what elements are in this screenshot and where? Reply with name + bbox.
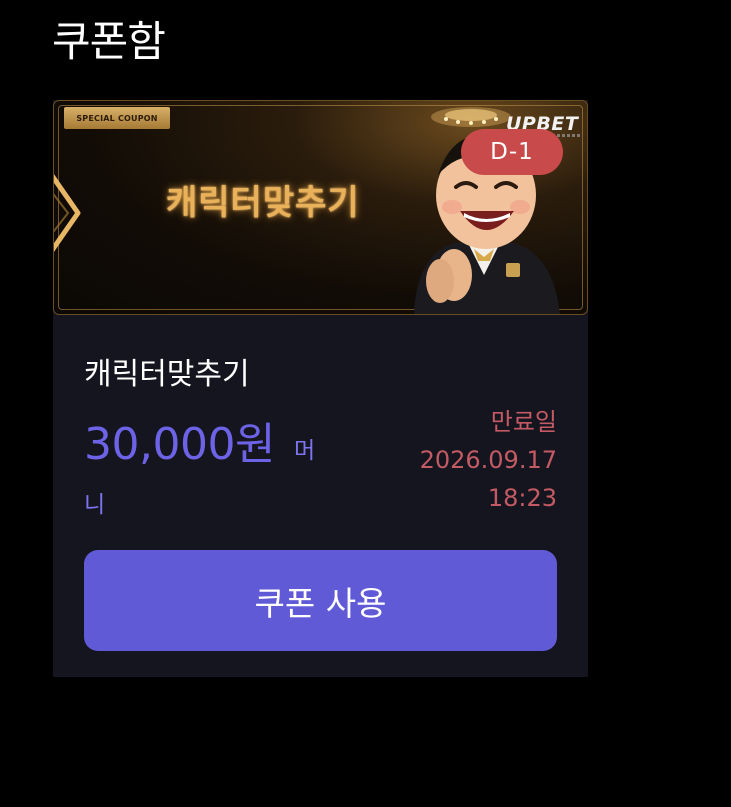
expiry-info: 만료일 2026.09.17 18:23 — [420, 403, 557, 517]
use-coupon-button[interactable]: 쿠폰 사용 — [84, 550, 557, 651]
page-title: 쿠폰함 — [52, 17, 166, 66]
coupon-card: SPECIAL COUPON 캐릭터맞추기 UPBET D-1 캐릭터맞추기 3… — [53, 100, 588, 677]
days-left-badge: D-1 — [461, 129, 563, 175]
special-coupon-tag: SPECIAL COUPON — [64, 107, 170, 129]
expiry-date: 2026.09.17 — [419, 446, 557, 474]
coupon-currency-type: 머니 — [84, 438, 316, 518]
expiry-time: 18:23 — [487, 484, 557, 512]
coupon-banner-image: SPECIAL COUPON 캐릭터맞추기 UPBET D-1 — [53, 100, 588, 315]
expiry-label: 만료일 — [490, 408, 557, 436]
gold-chevron-icon — [54, 174, 81, 252]
coupon-name: 캐릭터맞추기 — [84, 357, 250, 392]
banner-title: 캐릭터맞추기 — [166, 183, 360, 223]
